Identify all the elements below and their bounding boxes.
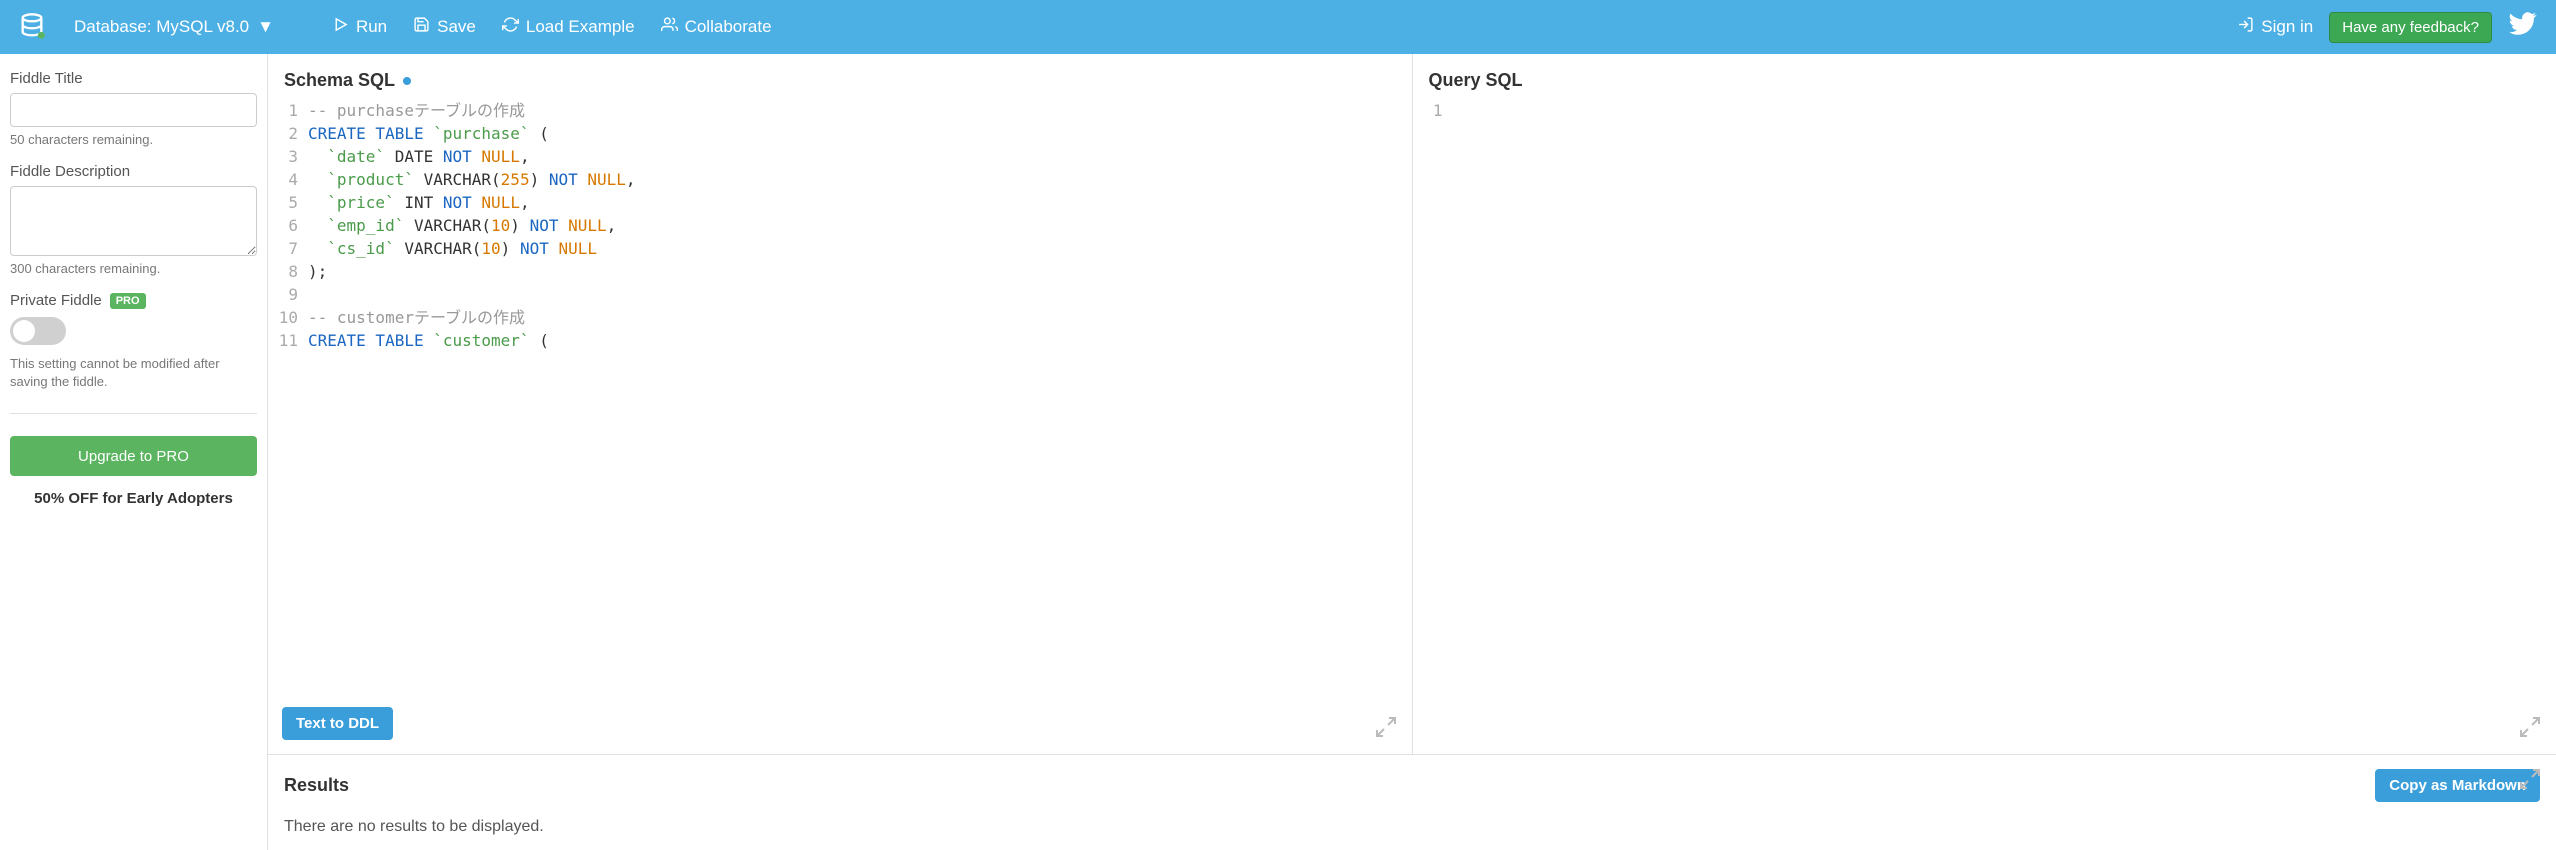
save-button[interactable]: Save [413, 16, 476, 38]
query-editor[interactable]: 1 [1413, 99, 2556, 754]
feedback-button[interactable]: Have any feedback? [2329, 12, 2492, 43]
results-header: Results Copy as Markdown [284, 769, 2540, 802]
content: Fiddle Title 50 characters remaining. Fi… [0, 54, 2556, 850]
expand-icon[interactable] [2518, 767, 2542, 794]
fiddle-description-input[interactable] [10, 186, 257, 256]
header-actions: Run Save Load Example Collaborate [332, 16, 772, 38]
fiddle-title-remaining: 50 characters remaining. [10, 132, 257, 147]
expand-icon[interactable] [1374, 715, 1398, 742]
refresh-icon [502, 16, 519, 38]
chevron-down-icon: ▼ [257, 17, 274, 37]
code-line: 8); [268, 260, 1412, 283]
save-icon [413, 16, 430, 38]
sign-in-icon [2237, 16, 2254, 38]
code-line: 5 `price` INT NOT NULL, [268, 191, 1412, 214]
private-fiddle-row: Private Fiddle PRO [10, 292, 257, 309]
expand-icon[interactable] [2518, 715, 2542, 742]
code-line: 11CREATE TABLE `customer` ( [268, 329, 1412, 352]
database-label: Database: MySQL v8.0 [74, 17, 249, 37]
twitter-icon[interactable] [2508, 11, 2538, 44]
top-header: Database: MySQL v8.0 ▼ Run Save Load Exa… [0, 0, 2556, 54]
pro-badge: PRO [110, 293, 146, 309]
fiddle-title-input[interactable] [10, 93, 257, 127]
code-line: 6 `emp_id` VARCHAR(10) NOT NULL, [268, 214, 1412, 237]
load-example-button[interactable]: Load Example [502, 16, 635, 38]
play-icon [332, 16, 349, 38]
run-button[interactable]: Run [332, 16, 387, 38]
results-empty: There are no results to be displayed. [284, 818, 2540, 836]
code-line: 10-- customerテーブルの作成 [268, 306, 1412, 329]
fiddle-title-label: Fiddle Title [10, 70, 257, 87]
fiddle-description-label: Fiddle Description [10, 163, 257, 180]
collaborate-button[interactable]: Collaborate [661, 16, 772, 38]
sign-in-button[interactable]: Sign in [2237, 16, 2313, 38]
copy-markdown-button[interactable]: Copy as Markdown [2375, 769, 2540, 802]
main-area: Schema SQL 1-- purchaseテーブルの作成2CREATE TA… [268, 54, 2556, 850]
code-line: 1 [1413, 99, 2556, 122]
sidebar-divider [10, 413, 257, 414]
schema-editor[interactable]: 1-- purchaseテーブルの作成2CREATE TABLE `purcha… [268, 99, 1412, 754]
promo-text: 50% OFF for Early Adopters [10, 490, 257, 507]
header-right: Sign in Have any feedback? [2237, 11, 2538, 44]
fiddle-description-remaining: 300 characters remaining. [10, 261, 257, 276]
code-line: 9 [268, 283, 1412, 306]
text-to-ddl-button[interactable]: Text to DDL [282, 707, 393, 740]
sidebar: Fiddle Title 50 characters remaining. Fi… [0, 54, 268, 850]
schema-pane: Schema SQL 1-- purchaseテーブルの作成2CREATE TA… [268, 54, 1413, 754]
private-fiddle-note: This setting cannot be modified after sa… [10, 355, 257, 391]
database-selector[interactable]: Database: MySQL v8.0 ▼ [74, 17, 274, 37]
code-line: 7 `cs_id` VARCHAR(10) NOT NULL [268, 237, 1412, 260]
modified-dot-icon [403, 77, 411, 85]
code-line: 2CREATE TABLE `purchase` ( [268, 122, 1412, 145]
query-title: Query SQL [1413, 54, 2556, 99]
code-line: 4 `product` VARCHAR(255) NOT NULL, [268, 168, 1412, 191]
users-icon [661, 16, 678, 38]
code-line: 3 `date` DATE NOT NULL, [268, 145, 1412, 168]
private-fiddle-toggle[interactable] [10, 317, 66, 345]
database-icon [18, 12, 46, 43]
upgrade-button[interactable]: Upgrade to PRO [10, 436, 257, 476]
results-pane: Results Copy as Markdown There are no re… [268, 754, 2556, 850]
query-pane: Query SQL 1 [1413, 54, 2556, 754]
code-line: 1-- purchaseテーブルの作成 [268, 99, 1412, 122]
editors: Schema SQL 1-- purchaseテーブルの作成2CREATE TA… [268, 54, 2556, 754]
private-fiddle-label: Private Fiddle [10, 292, 102, 309]
results-title: Results [284, 775, 349, 796]
schema-title: Schema SQL [268, 54, 1412, 99]
